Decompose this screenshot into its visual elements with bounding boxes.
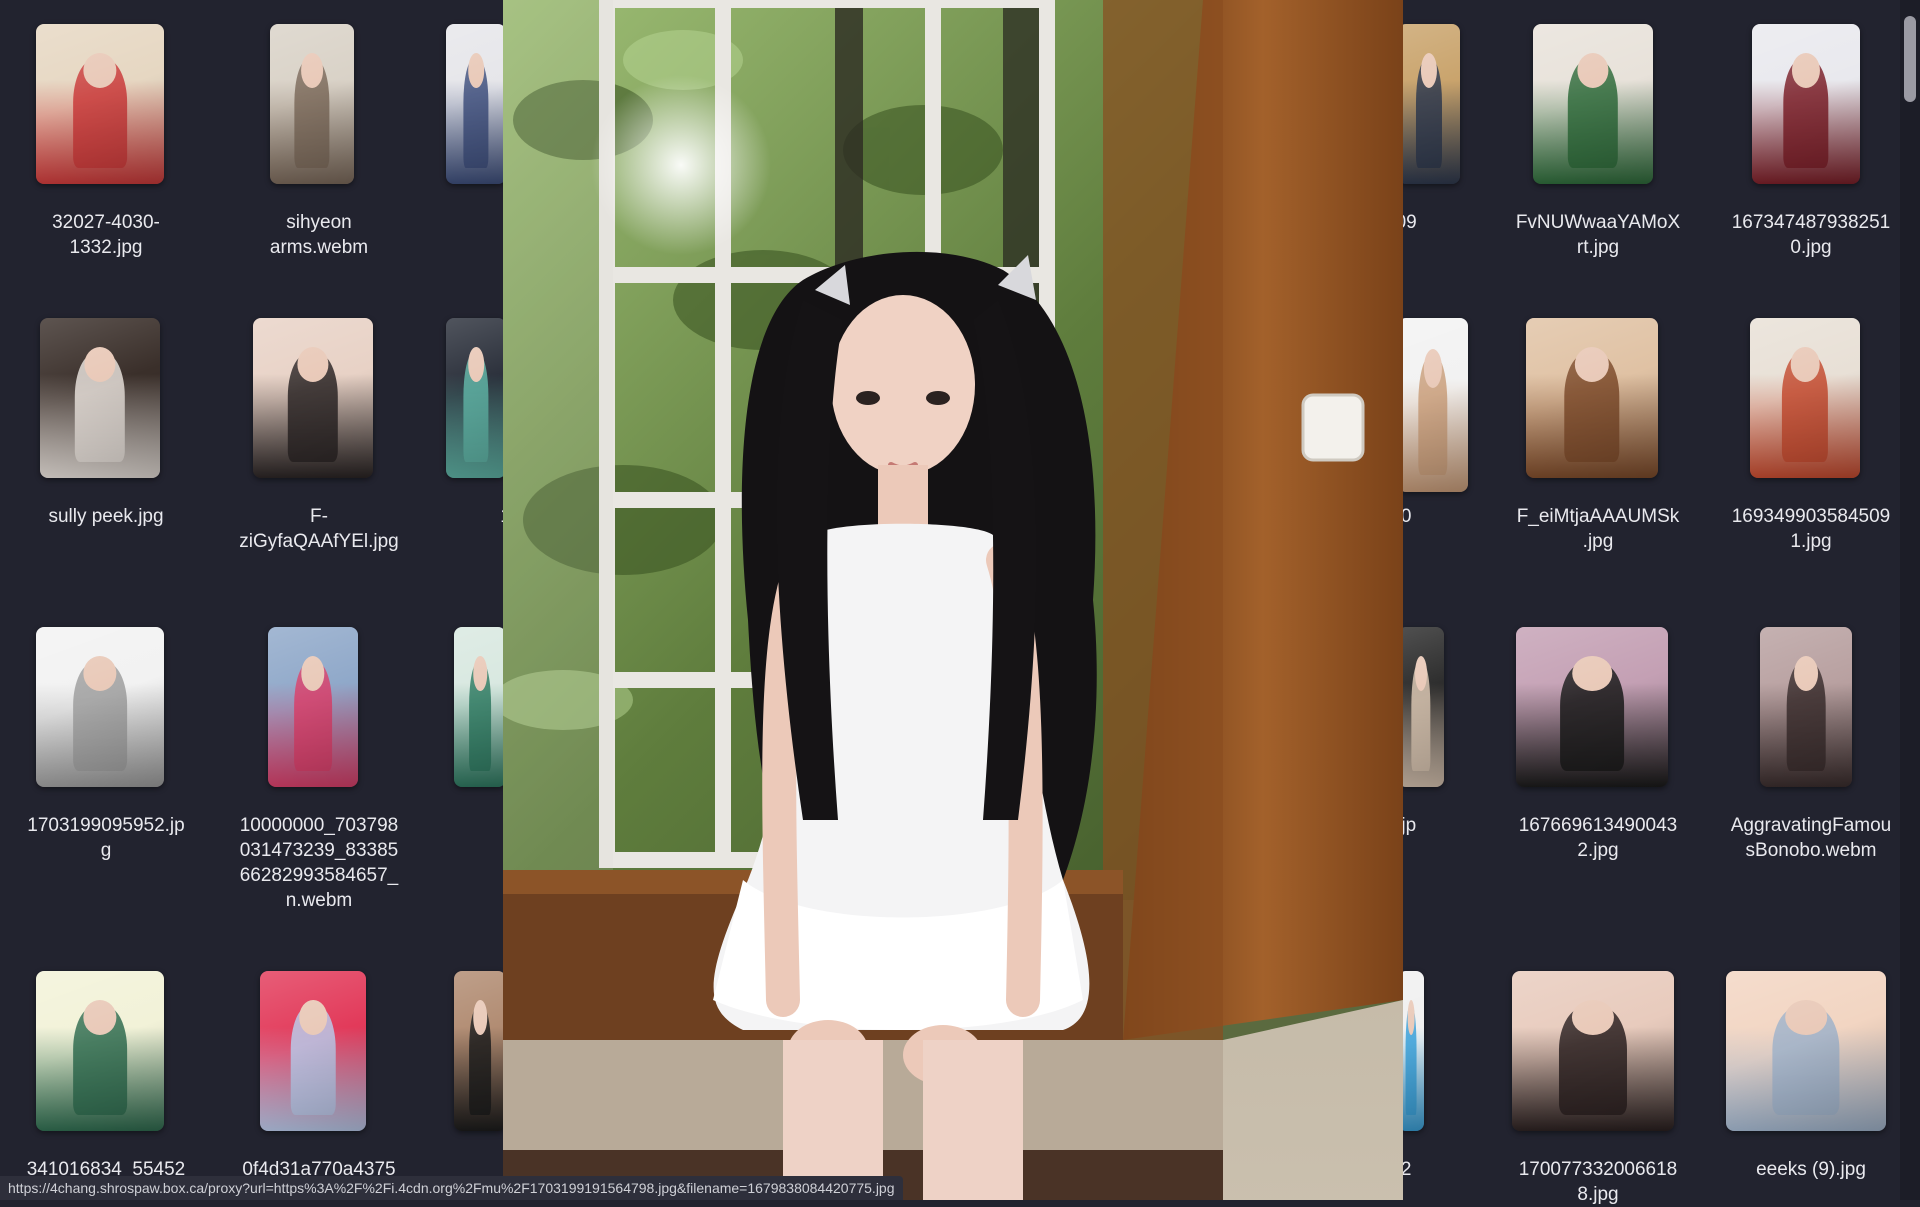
thumbnail-image[interactable]: [36, 627, 164, 787]
thumbnail-image[interactable]: [268, 627, 358, 787]
file-name-label[interactable]: 1703199095952.jp g: [0, 813, 212, 863]
thumbnail-image[interactable]: [1512, 971, 1674, 1131]
thumbnail-image[interactable]: [1760, 627, 1852, 787]
file-name-label[interactable]: sihyeon arms.webm: [213, 210, 425, 260]
image-preview-overlay: [503, 0, 1403, 1200]
file-name-label[interactable]: 167347487938251 0.jpg: [1705, 210, 1917, 260]
file-name-label[interactable]: sully peek.jpg: [0, 504, 212, 529]
thumbnail-image[interactable]: [446, 24, 506, 184]
file-name-label[interactable]: AggravatingFamou sBonobo.webm: [1705, 813, 1917, 863]
file-name-label[interactable]: 32027-4030- 1332.jpg: [0, 210, 212, 260]
thumbnail-image[interactable]: [253, 318, 373, 478]
file-name-label[interactable]: eeeks (9).jpg: [1705, 1157, 1917, 1182]
thumbnail-image[interactable]: [1516, 627, 1668, 787]
thumbnail-image[interactable]: [1526, 318, 1658, 478]
status-bar-url: https://4chang.shrospaw.box.ca/proxy?url…: [0, 1176, 903, 1200]
thumbnail-image[interactable]: [1398, 627, 1444, 787]
file-name-label[interactable]: 167669613490043 2.jpg: [1492, 813, 1704, 863]
file-name-label[interactable]: 169349903584509 1.jpg: [1705, 504, 1917, 554]
thumbnail-image[interactable]: [1750, 318, 1860, 478]
thumbnail-image[interactable]: [446, 318, 506, 478]
thumbnail-image[interactable]: [270, 24, 354, 184]
preview-image: [503, 0, 1403, 1200]
thumbnail-image[interactable]: [1398, 24, 1460, 184]
scrollbar[interactable]: [1900, 0, 1920, 1200]
file-name-label[interactable]: FvNUWwaaYAMoX rt.jpg: [1492, 210, 1704, 260]
thumbnail-image[interactable]: [454, 627, 506, 787]
thumbnail-image[interactable]: [40, 318, 160, 478]
thumbnail-image[interactable]: [36, 971, 164, 1131]
thumbnail-image[interactable]: [260, 971, 366, 1131]
thumbnail-image[interactable]: [1398, 318, 1468, 492]
thumbnail-image[interactable]: [1726, 971, 1886, 1131]
file-name-label[interactable]: 10000000_703798 031473239_83385 66282993…: [213, 813, 425, 913]
thumbnail-image[interactable]: [1752, 24, 1860, 184]
file-name-label[interactable]: F_eiMtjaAAAUMSk .jpg: [1492, 504, 1704, 554]
file-name-label[interactable]: F- ziGyfaQAAfYEl.jpg: [213, 504, 425, 554]
scrollbar-thumb[interactable]: [1904, 16, 1916, 102]
thumbnail-image[interactable]: [1533, 24, 1653, 184]
thumbnail-image[interactable]: [36, 24, 164, 184]
thumbnail-image[interactable]: [454, 971, 506, 1131]
